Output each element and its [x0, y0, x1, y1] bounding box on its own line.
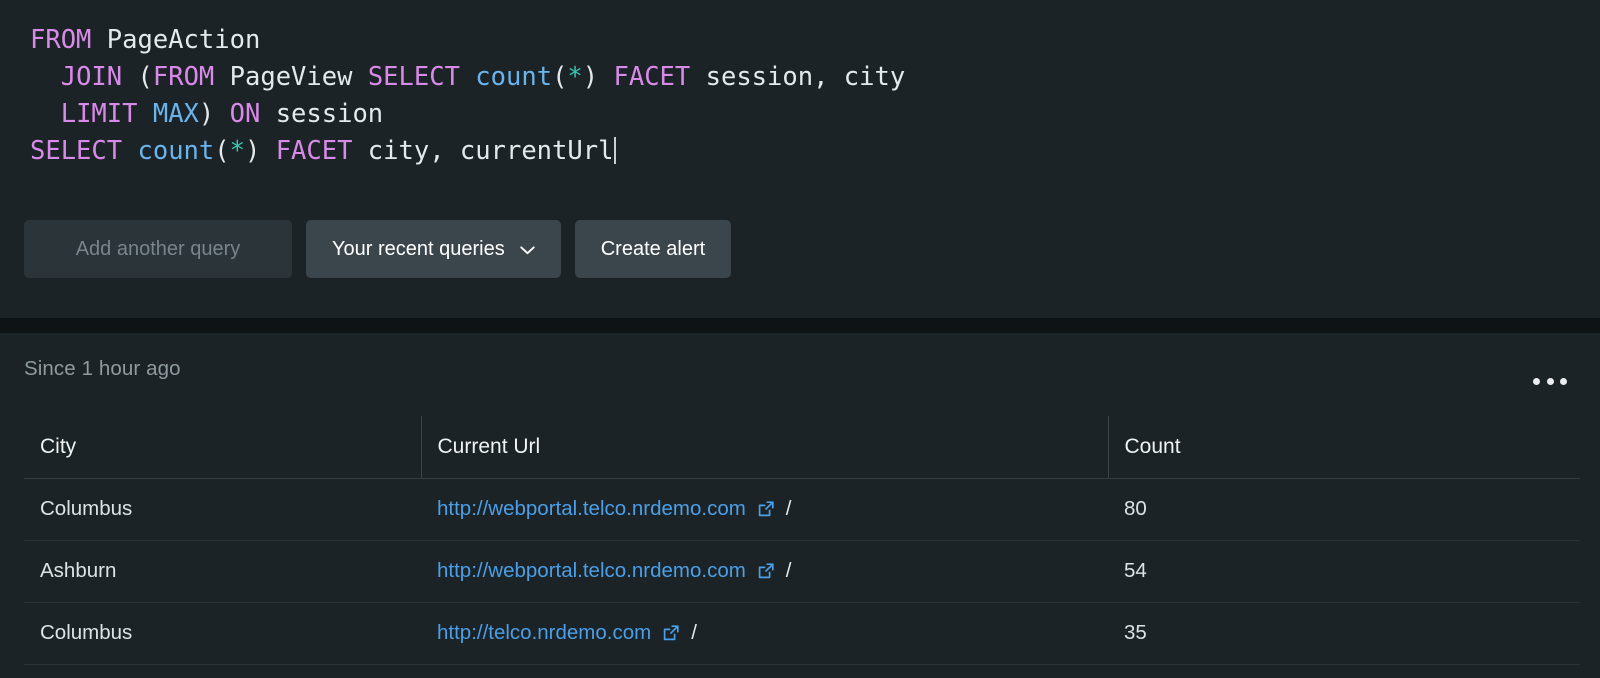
query-token: SELECT — [368, 62, 460, 92]
table-row: Columbus http://webportal.telco.nrdemo.co… — [24, 478, 1580, 540]
url-link[interactable]: http://telco.nrdemo.com — [437, 621, 651, 645]
query-line: JOIN (FROM PageView SELECT count(*) FACE… — [30, 59, 905, 96]
url-path-suffix: / — [691, 621, 697, 645]
results-table: City Current Url Count Columbus http://we… — [24, 416, 1580, 665]
ellipsis-dot — [1533, 378, 1540, 385]
cell-city: Ashburn — [24, 540, 421, 602]
query-token: ON — [230, 99, 261, 129]
query-token: FACET — [276, 136, 353, 166]
query-token: FROM — [153, 62, 214, 92]
create-alert-button[interactable]: Create alert — [575, 220, 732, 278]
query-token: ) — [245, 136, 276, 166]
query-token: JOIN — [61, 62, 122, 92]
query-toolbar: Add another query Your recent queries Cr… — [24, 220, 731, 278]
cell-count: 35 — [1108, 602, 1580, 664]
results-panel: Since 1 hour ago City Current Url Count … — [0, 333, 1600, 678]
chevron-down-icon — [520, 246, 535, 255]
query-line: SELECT count(*) FACET city, currentUrl — [30, 133, 905, 170]
url-link[interactable]: http://webportal.telco.nrdemo.com — [437, 497, 746, 521]
query-token: MAX — [153, 99, 199, 129]
query-line: LIMIT MAX) ON session — [30, 96, 905, 133]
add-another-query-button[interactable]: Add another query — [24, 220, 292, 278]
query-token: * — [230, 136, 245, 166]
time-range-label: Since 1 hour ago — [24, 357, 181, 381]
table-header: City Current Url Count — [24, 416, 1580, 478]
cell-current-url: http://webportal.telco.nrdemo.com / — [421, 540, 1108, 602]
query-token: * — [567, 62, 582, 92]
query-token: city, currentUrl — [352, 136, 613, 166]
url-path-suffix: / — [786, 559, 792, 583]
panel-divider — [0, 318, 1600, 333]
external-link-icon[interactable] — [757, 562, 775, 580]
ellipsis-dot — [1547, 378, 1554, 385]
table-row: Ashburn http://webportal.telco.nrdemo.com… — [24, 540, 1580, 602]
column-header-current-url[interactable]: Current Url — [421, 416, 1108, 478]
query-token: count — [137, 136, 214, 166]
url-cell-content: http://telco.nrdemo.com / — [437, 621, 1108, 645]
table-body: Columbus http://webportal.telco.nrdemo.co… — [24, 478, 1580, 664]
query-token: session — [260, 99, 383, 129]
url-cell-content: http://webportal.telco.nrdemo.com / — [437, 559, 1108, 583]
ellipsis-horizontal-icon[interactable] — [1533, 373, 1567, 389]
query-editor-panel: FROM PageAction JOIN (FROM PageView SELE… — [0, 0, 1600, 318]
table-row: Columbus http://telco.nrdemo.com / 35 — [24, 602, 1580, 664]
query-token — [30, 99, 61, 129]
cell-count: 54 — [1108, 540, 1580, 602]
query-token: ) — [199, 99, 230, 129]
query-token: session, city — [690, 62, 905, 92]
nrql-query-input[interactable]: FROM PageAction JOIN (FROM PageView SELE… — [30, 22, 905, 170]
query-token: PageAction — [91, 25, 260, 55]
external-link-icon[interactable] — [662, 624, 680, 642]
query-token: LIMIT — [61, 99, 138, 129]
query-token — [137, 99, 152, 129]
cell-city: Columbus — [24, 478, 421, 540]
query-token: SELECT — [30, 136, 122, 166]
query-line: FROM PageAction — [30, 22, 905, 59]
external-link-icon[interactable] — [757, 500, 775, 518]
url-cell-content: http://webportal.telco.nrdemo.com / — [437, 497, 1108, 521]
cell-current-url: http://telco.nrdemo.com / — [421, 602, 1108, 664]
query-token — [460, 62, 475, 92]
query-token: ) — [583, 62, 614, 92]
query-token: ( — [214, 136, 229, 166]
query-token: PageView — [214, 62, 368, 92]
column-header-count[interactable]: Count — [1108, 416, 1580, 478]
column-header-city[interactable]: City — [24, 416, 421, 478]
query-token — [122, 136, 137, 166]
url-path-suffix: / — [786, 497, 792, 521]
nrql-query-builder-screen: FROM PageAction JOIN (FROM PageView SELE… — [0, 0, 1600, 678]
query-token: FROM — [30, 25, 91, 55]
cell-city: Columbus — [24, 602, 421, 664]
query-token: count — [475, 62, 552, 92]
cell-current-url: http://webportal.telco.nrdemo.com / — [421, 478, 1108, 540]
query-token: FACET — [614, 62, 691, 92]
ellipsis-dot — [1560, 378, 1567, 385]
cell-count: 80 — [1108, 478, 1580, 540]
text-caret — [614, 137, 616, 164]
query-token: ( — [122, 62, 153, 92]
recent-queries-label: Your recent queries — [332, 238, 505, 261]
recent-queries-button[interactable]: Your recent queries — [306, 220, 561, 278]
query-token — [30, 62, 61, 92]
url-link[interactable]: http://webportal.telco.nrdemo.com — [437, 559, 746, 583]
table-header-row: City Current Url Count — [24, 416, 1580, 478]
query-token: ( — [552, 62, 567, 92]
